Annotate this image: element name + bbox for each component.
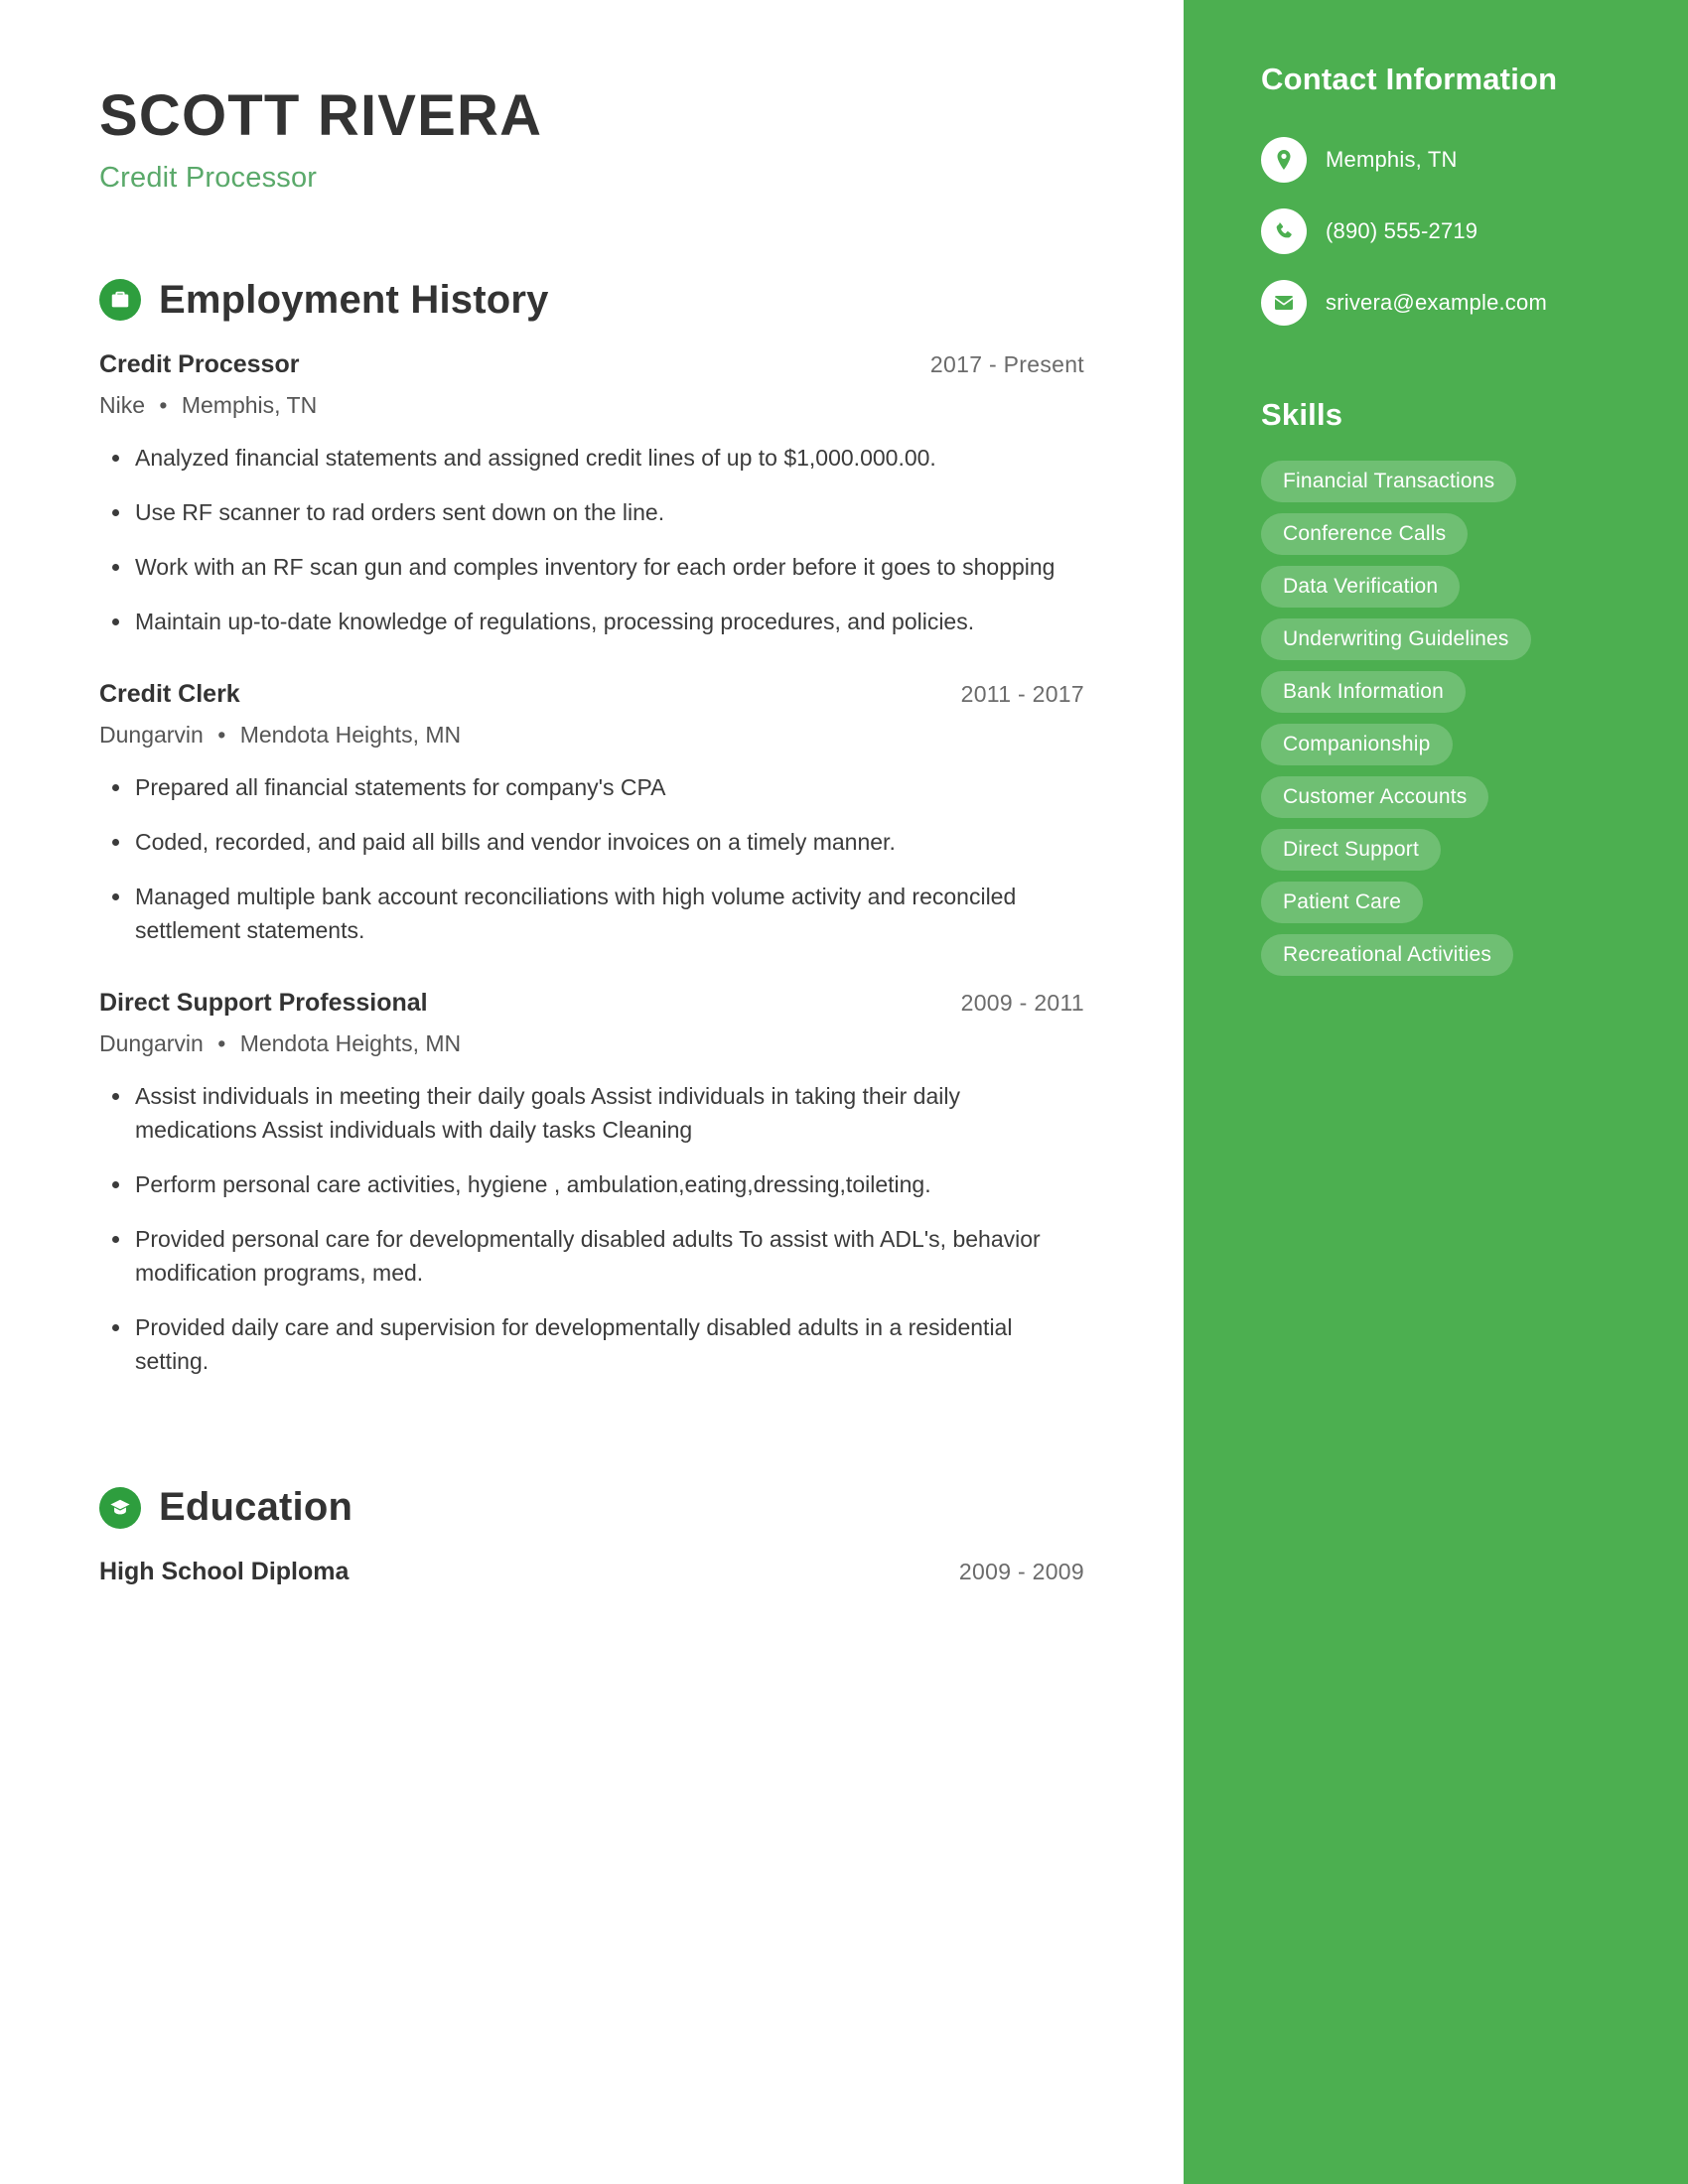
briefcase-icon xyxy=(99,279,141,322)
bullet-item: Provided daily care and supervision for … xyxy=(99,1310,1084,1378)
entry-company: Nike xyxy=(99,391,146,418)
employment-entry: Credit Processor 2017 - Present Nike • M… xyxy=(99,350,1084,638)
employment-entry: Direct Support Professional 2009 - 2011 … xyxy=(99,989,1084,1378)
skill-pill: Conference Calls xyxy=(1261,513,1469,555)
entry-company: Dungarvin xyxy=(99,1029,204,1056)
section-title-education: Education xyxy=(159,1485,353,1530)
graduation-cap-icon xyxy=(99,1486,141,1529)
sidebar-title-contact: Contact Information xyxy=(1261,62,1558,96)
skill-pill: Bank Information xyxy=(1261,671,1466,713)
entry-company-location: Dungarvin • Mendota Heights, MN xyxy=(99,1030,1084,1057)
contact-list: Memphis, TN (890) 555-2719 srivera@examp… xyxy=(1261,137,1628,326)
section-header-employment: Employment History xyxy=(99,278,1084,323)
contact-phone-value: (890) 555-2719 xyxy=(1326,218,1478,243)
bullet-item: Perform personal care activities, hygien… xyxy=(99,1167,1084,1201)
education-date: 2009 - 2009 xyxy=(958,1559,1084,1585)
entry-date: 2017 - Present xyxy=(929,350,1084,377)
contact-item-location: Memphis, TN xyxy=(1261,137,1628,183)
main-column: SCOTT RIVERA Credit Processor Employment… xyxy=(0,0,1184,2184)
bullet-item: Assist individuals in meeting their dail… xyxy=(99,1079,1084,1147)
entry-header: Credit Processor 2017 - Present xyxy=(99,350,1084,379)
employment-entry: Credit Clerk 2011 - 2017 Dungarvin • Men… xyxy=(99,680,1084,947)
entry-date: 2009 - 2011 xyxy=(960,989,1084,1016)
entry-header: Direct Support Professional 2009 - 2011 xyxy=(99,989,1084,1018)
skill-pill: Data Verification xyxy=(1261,566,1461,608)
bullet-item: Analyzed financial statements and assign… xyxy=(99,441,1084,475)
skill-pill: Patient Care xyxy=(1261,882,1424,923)
education-list: High School Diploma 2009 - 2009 xyxy=(99,1558,1084,1586)
resume-page: SCOTT RIVERA Credit Processor Employment… xyxy=(0,0,1688,2184)
entry-location: Mendota Heights, MN xyxy=(239,1029,462,1056)
entry-role: Direct Support Professional xyxy=(99,988,428,1017)
bullet-item: Managed multiple bank account reconcilia… xyxy=(99,880,1084,947)
section-header-education: Education xyxy=(99,1485,1084,1530)
section-title-employment: Employment History xyxy=(159,277,549,322)
skill-pill: Direct Support xyxy=(1261,829,1442,871)
entry-bullets: Assist individuals in meeting their dail… xyxy=(99,1079,1084,1378)
entry-separator: • xyxy=(159,391,168,418)
entry-bullets: Prepared all financial statements for co… xyxy=(99,770,1084,947)
bullet-item: Coded, recorded, and paid all bills and … xyxy=(99,825,1084,859)
bullet-item: Work with an RF scan gun and comples inv… xyxy=(99,550,1084,584)
education-degree: High School Diploma xyxy=(99,1558,350,1586)
page-title: SCOTT RIVERA xyxy=(99,83,543,148)
skill-pill: Financial Transactions xyxy=(1261,461,1517,502)
education-entry: High School Diploma 2009 - 2009 xyxy=(99,1558,1084,1586)
entry-separator: • xyxy=(217,721,226,748)
entry-separator: • xyxy=(217,1029,226,1056)
entry-bullets: Analyzed financial statements and assign… xyxy=(99,441,1084,638)
entry-location: Memphis, TN xyxy=(181,391,318,418)
skills-list: Financial Transactions Conference Calls … xyxy=(1261,461,1628,976)
sidebar: Contact Information Memphis, TN (890) 55… xyxy=(1184,0,1688,2184)
bullet-item: Maintain up-to-date knowledge of regulat… xyxy=(99,605,1084,638)
bullet-item: Prepared all financial statements for co… xyxy=(99,770,1084,804)
bullet-item: Use RF scanner to rad orders sent down o… xyxy=(99,495,1084,529)
contact-location-value: Memphis, TN xyxy=(1326,147,1458,172)
entry-header: High School Diploma 2009 - 2009 xyxy=(99,1558,1084,1586)
phone-icon xyxy=(1261,208,1307,254)
contact-email-value: srivera@example.com xyxy=(1326,290,1547,315)
entry-company: Dungarvin xyxy=(99,721,204,748)
employment-list: Credit Processor 2017 - Present Nike • M… xyxy=(99,350,1084,1378)
contact-item-phone: (890) 555-2719 xyxy=(1261,208,1628,254)
contact-item-email: srivera@example.com xyxy=(1261,280,1628,326)
skill-pill: Underwriting Guidelines xyxy=(1261,618,1531,660)
envelope-icon xyxy=(1261,280,1307,326)
skill-pill: Companionship xyxy=(1261,724,1453,765)
headline-job-title: Credit Processor xyxy=(99,161,318,194)
entry-location: Mendota Heights, MN xyxy=(239,721,462,748)
entry-company-location: Nike • Memphis, TN xyxy=(99,392,1084,419)
location-pin-icon xyxy=(1261,137,1307,183)
entry-company-location: Dungarvin • Mendota Heights, MN xyxy=(99,722,1084,749)
entry-date: 2011 - 2017 xyxy=(960,680,1084,707)
entry-header: Credit Clerk 2011 - 2017 xyxy=(99,680,1084,709)
sidebar-title-skills: Skills xyxy=(1261,397,1343,432)
skill-pill: Customer Accounts xyxy=(1261,776,1489,818)
skill-pill: Recreational Activities xyxy=(1261,934,1514,976)
entry-role: Credit Processor xyxy=(99,349,300,378)
bullet-item: Provided personal care for developmental… xyxy=(99,1222,1084,1290)
entry-role: Credit Clerk xyxy=(99,679,240,708)
